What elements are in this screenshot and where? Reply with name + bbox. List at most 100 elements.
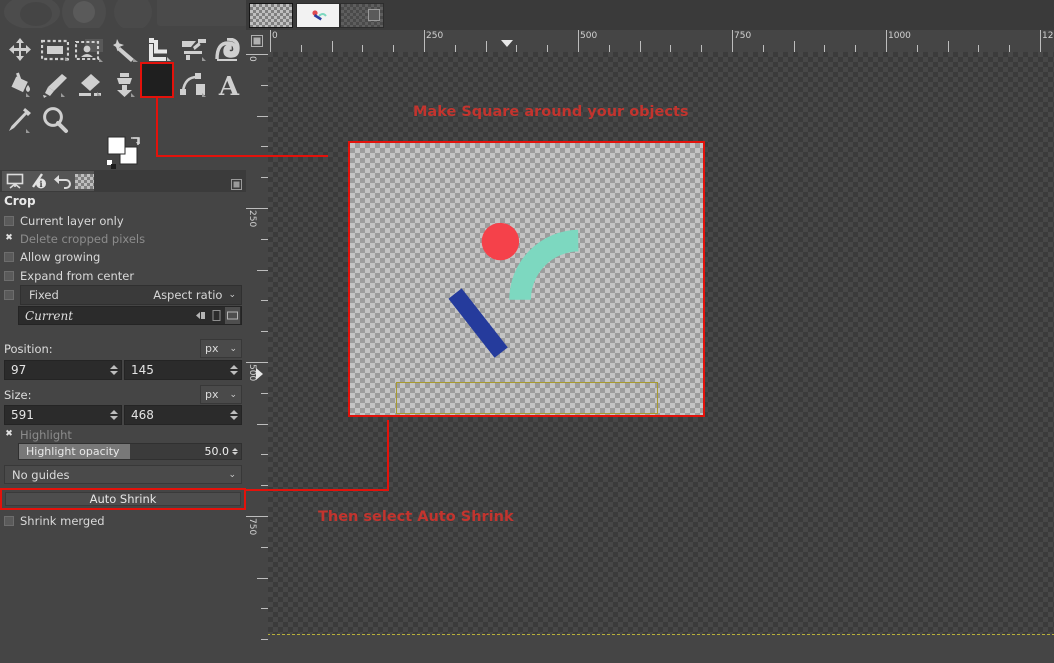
position-x-stepper[interactable]	[110, 362, 119, 378]
paintbrush-tool[interactable]	[37, 67, 72, 102]
option-shrink-merged[interactable]: Shrink merged	[4, 512, 242, 529]
landscape-orientation-icon[interactable]	[225, 307, 240, 324]
warp-transform-tool[interactable]	[211, 32, 246, 67]
size-height-input[interactable]: 468	[124, 405, 242, 425]
ruler-tick	[246, 516, 268, 517]
canvas-viewport[interactable]: Make Square around your objects Then sel…	[268, 52, 1054, 663]
image-tab-1[interactable]	[249, 3, 293, 28]
foreground-background-color-area[interactable]	[106, 136, 150, 172]
rectangle-select-tool[interactable]	[37, 32, 72, 67]
checkbox-allow-growing[interactable]	[4, 251, 14, 262]
artwork-shapes	[448, 222, 579, 358]
image-tab-bar[interactable]	[246, 0, 1054, 30]
position-y-input[interactable]: 145	[124, 360, 242, 380]
aspect-ratio-input-row[interactable]: Current	[18, 306, 242, 325]
auto-shrink-button[interactable]: Auto Shrink	[5, 492, 241, 506]
portrait-orientation-icon[interactable]	[209, 307, 224, 324]
images-tab[interactable]	[73, 171, 95, 191]
undo-history-tab[interactable]	[50, 171, 75, 191]
tool-options-tab[interactable]	[2, 171, 27, 191]
fixed-aspect-dropdown[interactable]: Fixed Aspect ratio ⌄	[20, 285, 242, 305]
dock-menu-button[interactable]	[231, 175, 242, 190]
bucket-fill-tool[interactable]	[2, 67, 37, 102]
option-delete-cropped-pixels[interactable]: ✖ Delete cropped pixels	[4, 230, 242, 247]
ruler-unit-button[interactable]	[246, 30, 268, 52]
ruler-label: 250	[247, 210, 257, 228]
ruler-minor-tick	[257, 423, 268, 425]
color-picker-tool[interactable]	[2, 102, 37, 137]
move-tool[interactable]	[2, 32, 37, 67]
size-height-value: 468	[131, 408, 154, 422]
free-select-tool[interactable]	[72, 32, 107, 67]
crop-tool[interactable]	[141, 32, 176, 67]
size-unit-dropdown[interactable]: px ⌄	[200, 385, 242, 404]
size-spinners[interactable]: 591 468	[4, 405, 242, 425]
chevron-down-icon: ⌄	[229, 343, 237, 354]
option-expand-from-center[interactable]: Expand from center	[4, 267, 242, 284]
vertical-ruler[interactable]: 02505007501	[246, 52, 268, 663]
ruler-minor-tick	[547, 45, 549, 52]
checkbox-expand-from-center[interactable]	[4, 270, 14, 281]
position-x-input[interactable]: 97	[4, 360, 122, 380]
option-current-layer-only[interactable]: Current layer only	[4, 212, 242, 229]
tool-options-panel: Crop Current layer only ✖ Delete cropped…	[0, 192, 246, 663]
crop-tool-highlight-box	[140, 62, 174, 98]
canvas-image[interactable]	[268, 52, 1054, 635]
crop-selection-rectangle[interactable]	[348, 141, 705, 417]
svg-text:i: i	[39, 179, 42, 189]
ruler-minor-tick	[261, 300, 268, 302]
checkbox-current-layer-only[interactable]	[4, 215, 14, 226]
option-fixed-row[interactable]: Fixed Aspect ratio ⌄	[4, 285, 242, 305]
device-status-tab[interactable]: i	[26, 171, 51, 191]
highlight-opacity-slider[interactable]: Highlight opacity 50.0	[18, 443, 242, 460]
paths-tool[interactable]	[176, 67, 211, 102]
annotation-make-square: Make Square around your objects	[413, 104, 689, 120]
toolbox[interactable]: A	[0, 30, 246, 140]
ruler-minor-tick	[261, 146, 268, 148]
text-tool[interactable]: A	[211, 67, 246, 102]
checkbox-highlight[interactable]: ✖	[4, 429, 14, 440]
aspect-ratio-value[interactable]: Current	[19, 309, 193, 323]
ruler-label: 1000	[888, 31, 911, 41]
option-highlight[interactable]: ✖ Highlight	[4, 426, 242, 443]
size-height-stepper[interactable]	[230, 407, 239, 423]
option-allow-growing[interactable]: Allow growing	[4, 248, 242, 265]
size-width-value: 591	[11, 408, 34, 422]
ruler-minor-tick	[855, 45, 857, 52]
image-tab-3[interactable]	[340, 3, 384, 28]
image-window: 025050075010001250 02505007501 Make Squa…	[246, 0, 1054, 663]
ruler-minor-tick	[824, 45, 826, 52]
position-unit-value: px	[205, 342, 219, 355]
ruler-minor-tick	[261, 392, 268, 394]
checkbox-fixed[interactable]	[4, 290, 14, 300]
guides-dropdown[interactable]: No guides ⌄	[4, 465, 242, 484]
size-width-stepper[interactable]	[110, 407, 119, 423]
size-width-input[interactable]: 591	[4, 405, 122, 425]
fuzzy-select-tool[interactable]	[107, 32, 142, 67]
size-unit-value: px	[205, 388, 219, 401]
checkbox-shrink-merged[interactable]	[4, 515, 14, 526]
transform-tool[interactable]	[176, 32, 211, 67]
checkbox-delete-cropped-pixels[interactable]: ✖	[4, 233, 14, 244]
ruler-label: 750	[734, 31, 752, 41]
ruler-minor-tick	[261, 177, 268, 179]
position-spinners[interactable]: 97 145	[4, 360, 242, 380]
ruler-minor-tick	[608, 45, 610, 52]
guides-value: No guides	[12, 467, 70, 482]
horizontal-ruler[interactable]: 0 250 500 750 1000 1250	[268, 30, 1054, 52]
dock-tab-bar[interactable]: i	[0, 170, 246, 192]
ruler-tick	[578, 30, 579, 52]
position-y-stepper[interactable]	[230, 362, 239, 378]
ruler-minor-tick	[793, 41, 795, 52]
ruler-minor-tick	[1009, 45, 1011, 52]
ruler-minor-tick	[261, 485, 268, 487]
eraser-tool[interactable]	[72, 67, 107, 102]
image-tab-2[interactable]	[296, 3, 340, 28]
clone-tool[interactable]	[107, 67, 142, 102]
ruler-minor-tick	[261, 546, 268, 548]
ruler-minor-tick	[670, 45, 672, 52]
highlight-opacity-stepper[interactable]	[232, 448, 241, 455]
zoom-tool[interactable]	[37, 102, 72, 137]
position-unit-dropdown[interactable]: px ⌄	[200, 339, 242, 358]
swap-orientation-icon[interactable]	[193, 307, 208, 324]
